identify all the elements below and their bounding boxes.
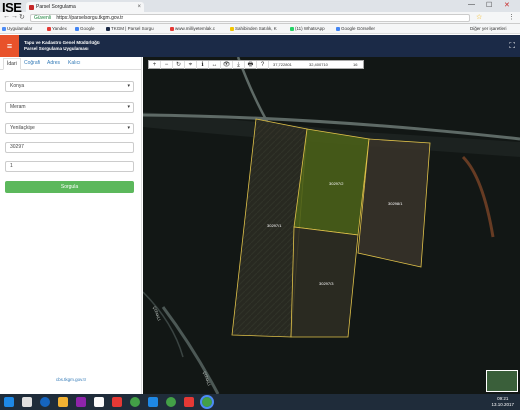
reload-icon[interactable]: ↻: [19, 13, 25, 21]
query-sidebar: İdari Coğrafi Adres Kalıcı Konya ▾ Meram ▾…: [0, 57, 142, 394]
menu-dots-icon[interactable]: ⋮: [508, 13, 515, 21]
browser-tab-strip: Parsel Sorgulama × — ☐ ✕: [0, 0, 520, 12]
chrome-taskbar-icon[interactable]: [166, 397, 176, 407]
hamburger-menu-icon[interactable]: ≡: [0, 35, 19, 57]
ilce-select[interactable]: Meram ▾: [5, 102, 134, 113]
zoom-out-icon[interactable]: −: [161, 61, 173, 69]
folder-icon[interactable]: [58, 397, 68, 407]
parcel-label: 30298/1: [388, 201, 403, 206]
measure-icon[interactable]: ↔: [209, 61, 221, 69]
parcel-label: 30297/3: [319, 281, 334, 286]
coord-x: 37,722801: [273, 62, 292, 67]
tab-adres[interactable]: Adres: [47, 60, 60, 66]
url-input[interactable]: Güvenli https://parselsorgu.tkgm.gov.tr: [30, 14, 470, 22]
address-bar: ← → ↻ Güvenli https://parselsorgu.tkgm.g…: [0, 12, 520, 24]
bookmark-other[interactable]: Diğer yer işaretleri: [470, 24, 507, 34]
download-icon[interactable]: ⤓: [233, 61, 245, 69]
chevron-down-icon: ▾: [127, 104, 130, 110]
bookmark-item[interactable]: TKGM | Parsel Sorgu: [106, 24, 154, 34]
tab-close-icon[interactable]: ×: [137, 2, 141, 12]
query-tabs: İdari Coğrafi Adres Kalıcı: [0, 57, 142, 70]
refresh-icon[interactable]: ↻: [173, 61, 185, 69]
tab-kalici[interactable]: Kalıcı: [68, 60, 81, 66]
bookmark-item[interactable]: Uygulamalar: [2, 24, 32, 34]
secure-label: Güvenli: [34, 15, 51, 21]
window-close-icon[interactable]: ✕: [504, 1, 510, 9]
satellite-map[interactable]: 30297/1 30297/2 30297/3 30298/1 ÇITAKLI …: [143, 57, 520, 394]
il-select[interactable]: Konya ▾: [5, 81, 134, 92]
back-icon[interactable]: ←: [3, 13, 10, 20]
tab-cografi[interactable]: Coğrafi: [24, 60, 40, 66]
il-value: Konya: [10, 83, 25, 89]
parsel-value: 1: [10, 163, 13, 169]
browser-tab[interactable]: Parsel Sorgulama ×: [26, 2, 144, 12]
bookmark-item[interactable]: Yandex: [47, 24, 67, 34]
ie-icon[interactable]: [40, 397, 50, 407]
minimize-icon[interactable]: —: [468, 1, 475, 8]
forward-icon[interactable]: →: [11, 13, 18, 20]
bookmark-item[interactable]: Google: [75, 24, 95, 34]
google-icon: [75, 26, 79, 31]
explorer-icon[interactable]: [22, 397, 32, 407]
star-icon[interactable]: ☆: [476, 13, 482, 21]
chrome-taskbar-icon[interactable]: [130, 397, 140, 407]
sahibinden-icon: [230, 26, 234, 31]
parcel-label: 30297/1: [267, 223, 282, 228]
milliyet-icon: [170, 26, 174, 31]
minimap-thumbnail[interactable]: [486, 370, 518, 392]
coord-extra: 16: [353, 62, 358, 67]
mahalle-value: Yenilaçkişe: [10, 125, 35, 131]
map-toolbar: + − ↻ ⌖ ℹ ↔ 👁 ⤓ 🖶 ? 37,722801 32,400710 …: [148, 60, 364, 69]
app-subtitle: Parsel Sorgulama Uygulaması: [24, 46, 89, 51]
zoom-in-icon[interactable]: +: [149, 61, 161, 69]
yandex-taskbar-icon[interactable]: [184, 397, 194, 407]
help-icon[interactable]: ?: [257, 61, 269, 69]
clock-date: 13.10.2017: [491, 402, 514, 407]
ada-input[interactable]: 30297: [5, 142, 134, 153]
locate-icon[interactable]: ⌖: [185, 61, 197, 69]
google-images-icon: [336, 26, 340, 31]
yandex-taskbar-icon[interactable]: [112, 397, 122, 407]
chevron-down-icon: ▾: [127, 125, 130, 131]
app-header: ≡ Tapu ve Kadastro Genel Müdürlüğü Parse…: [0, 35, 520, 57]
coord-y: 32,400710: [309, 62, 328, 67]
site-favicon: [29, 5, 34, 10]
ada-value: 30297: [10, 144, 24, 150]
app-icon[interactable]: [148, 397, 158, 407]
print-icon[interactable]: 🖶: [245, 61, 257, 69]
bookmark-item[interactable]: (11) WhatsApp: [290, 24, 325, 34]
url-text: https://parselsorgu.tkgm.gov.tr: [56, 15, 124, 21]
yandex-icon: [47, 26, 51, 31]
bookmark-item[interactable]: www.milliyetemlak.c: [170, 24, 215, 34]
taskbar-clock[interactable]: 09:21 13.10.2017: [491, 396, 514, 408]
whatsapp-icon: [290, 26, 294, 31]
map-view[interactable]: 30297/1 30297/2 30297/3 30298/1 ÇITAKLI …: [143, 57, 520, 394]
bookmark-item[interactable]: Google Görseller: [336, 24, 375, 34]
tab-title: Parsel Sorgulama: [36, 4, 76, 10]
sidebar-footer-link[interactable]: cbs.tkgm.gov.tr: [0, 377, 142, 382]
app-icon[interactable]: [76, 397, 86, 407]
chrome-active-icon[interactable]: [200, 395, 214, 409]
tkgm-icon: [106, 26, 110, 31]
layers-icon[interactable]: 👁: [221, 61, 233, 69]
windows-taskbar: 09:21 13.10.2017: [0, 394, 520, 410]
apps-icon: [2, 26, 6, 31]
ilce-value: Meram: [10, 104, 26, 110]
parsel-input[interactable]: 1: [5, 161, 134, 172]
app-icon[interactable]: [94, 397, 104, 407]
parcel-label: 30297/2: [329, 181, 344, 186]
info-icon[interactable]: ℹ: [197, 61, 209, 69]
sorgula-button[interactable]: Sorgula: [5, 181, 134, 193]
fullscreen-icon[interactable]: ⛶: [509, 41, 515, 51]
chevron-down-icon: ▾: [127, 83, 130, 89]
maximize-icon[interactable]: ☐: [486, 1, 492, 9]
tab-idari[interactable]: İdari: [3, 58, 21, 70]
mahalle-select[interactable]: Yenilaçkişe ▾: [5, 123, 134, 134]
bookmark-item[interactable]: Sahibinden Satılık, K: [230, 24, 277, 34]
windows-start-icon[interactable]: [4, 397, 14, 407]
bookmarks-bar: Uygulamalar Yandex Google TKGM | Parsel …: [0, 24, 520, 34]
